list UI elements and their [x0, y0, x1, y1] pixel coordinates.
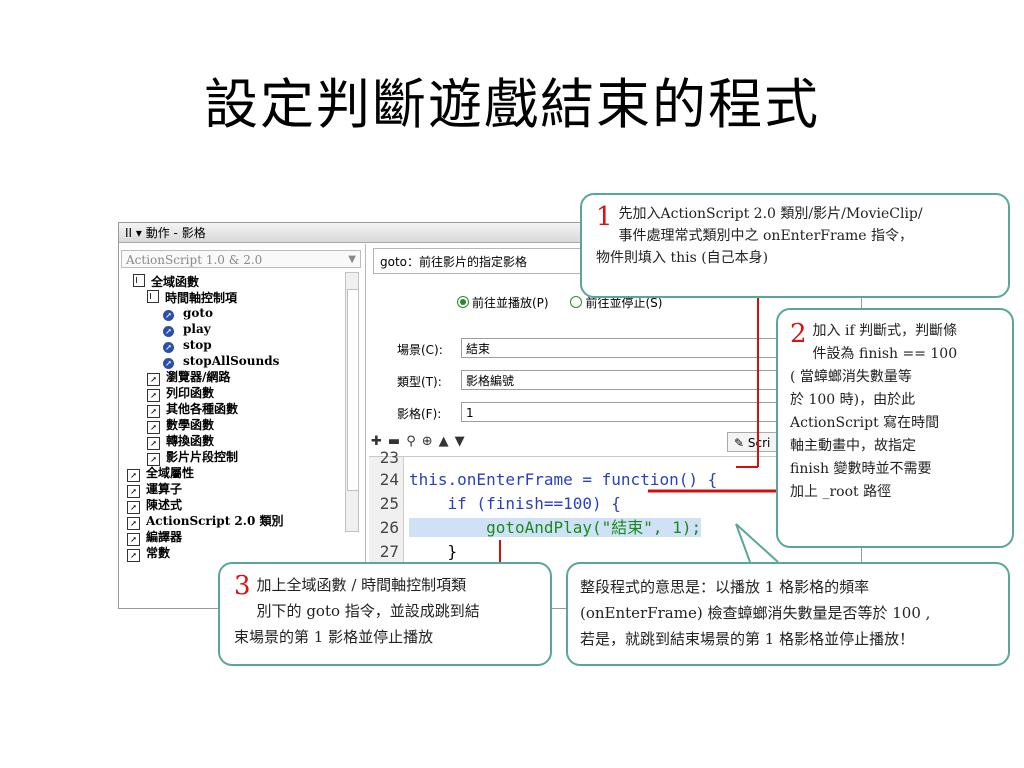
callout-text: (onEnterFrame) 檢查蟑螂消失數量是否等於 100 ,	[580, 604, 931, 622]
callout-2: 2 加入 if 判斷式，判斷條 件設為 finish == 100 ( 當蟑螂消…	[776, 308, 1014, 548]
callout-1: 1 先加入ActionScript 2.0 類別/影片/MovieClip/ 事…	[580, 193, 1010, 298]
callout-text: 加上全域函數 / 時間軸控制項類	[256, 576, 467, 594]
callout-text: 別下的 goto 指令，並設成跳到結	[256, 602, 480, 620]
callout-summary: 整段程式的意思是：以播放 1 格影格的頻率 (onEnterFrame) 檢查蟑…	[566, 562, 1010, 666]
callout-text: 件設為 finish == 100	[812, 346, 958, 362]
callout-number: 2	[790, 319, 807, 349]
callout-text: 束場景的第 1 影格並停止播放	[234, 628, 434, 646]
callout-3: 3 加上全域函數 / 時間軸控制項類 別下的 goto 指令，並設成跳到結 束場…	[218, 562, 552, 666]
callout-text: 物件則填入 this (自己本身)	[596, 250, 769, 266]
callout-text: 先加入ActionScript 2.0 類別/影片/MovieClip/	[618, 206, 923, 222]
callout-number: 1	[596, 202, 613, 232]
callout-text: ActionScript 寫在時間	[790, 415, 940, 431]
callout-text: 於 100 時)，由於此	[790, 392, 916, 408]
callout-text: 軸主動畫中，故指定	[790, 438, 916, 454]
callout-text: 整段程式的意思是：以播放 1 格影格的頻率	[580, 578, 870, 596]
callout-text: 若是，就跳到結束場景的第 1 格影格並停止播放！	[580, 630, 915, 648]
callout-text: 加上 _root 路徑	[790, 484, 892, 500]
callout-text: 事件處理常式類別中之 onEnterFrame 指令，	[618, 228, 914, 244]
callout-number: 3	[234, 571, 251, 601]
callout-text: finish 變數時並不需要	[790, 461, 932, 477]
callout-text: 加入 if 判斷式，判斷條	[812, 323, 958, 339]
callout-text: ( 當蟑螂消失數量等	[790, 369, 912, 385]
